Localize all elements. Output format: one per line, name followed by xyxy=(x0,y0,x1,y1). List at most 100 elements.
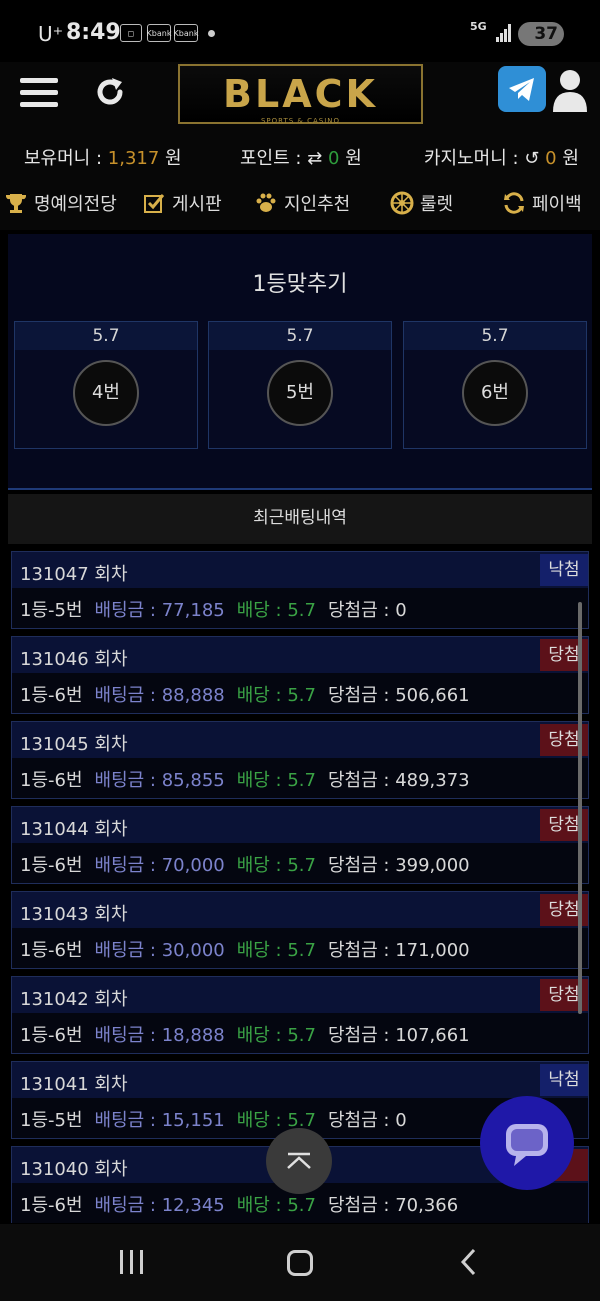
recent-apps-icon[interactable] xyxy=(118,1250,146,1274)
bet-pick: 1등-6번 xyxy=(20,770,83,791)
bet-amount: 배팅금 : 77,185 xyxy=(95,600,225,621)
round-number: 131047 회차 xyxy=(20,564,128,585)
bet-row[interactable]: 131045 회차 당첨 1등-6번 배팅금 : 85,855 배당 : 5.7 당첨금 … xyxy=(11,721,589,799)
undo-icon[interactable]: ↺ xyxy=(524,148,539,169)
bet-row-details: 1등-6번 배팅금 : 88,888 배당 : 5.7 당첨금 : 506,661 xyxy=(20,681,470,707)
option-button[interactable]: 4번 xyxy=(73,360,139,426)
bet-row[interactable]: 131043 회차 당첨 1등-6번 배팅금 : 30,000 배당 : 5.7 당첨금 … xyxy=(11,891,589,969)
clock: 8:49 xyxy=(66,20,121,45)
casino-balance[interactable]: 카지노머니 : ↺ 0 원 xyxy=(424,144,579,170)
option-button[interactable]: 6번 xyxy=(462,360,528,426)
casino-unit: 원 xyxy=(562,148,579,169)
signal-icon xyxy=(496,24,512,42)
bet-payout-value: 506,661 xyxy=(395,685,470,706)
money-value: 1,317 xyxy=(107,148,160,169)
paw-icon xyxy=(256,193,276,212)
brand-logo[interactable]: BLACK SPORTS & CASINO xyxy=(178,64,423,125)
menu-label: 게시판 xyxy=(172,194,222,215)
bet-row[interactable]: 131047 회차 낙첨 1등-5번 배팅금 : 77,185 배당 : 5.7 당첨금 … xyxy=(11,551,589,629)
kbank-notification-icon: Kbank xyxy=(147,24,171,42)
bet-odds-value: 5.7 xyxy=(287,600,316,621)
option-4[interactable]: 5.7 4번 xyxy=(14,321,198,449)
bet-row[interactable]: 131044 회차 당첨 1등-6번 배팅금 : 70,000 배당 : 5.7 당첨금 … xyxy=(11,806,589,884)
quick-menu: 명예의전당 게시판 지인추천 룰렛 페이백 xyxy=(0,180,600,230)
result-badge: 낙첨 xyxy=(540,554,588,586)
bet-odds-value: 5.7 xyxy=(287,770,316,791)
option-5[interactable]: 5.7 5번 xyxy=(208,321,392,449)
bet-odds-label: 배당 : xyxy=(236,1195,282,1216)
option-6[interactable]: 5.7 6번 xyxy=(403,321,587,449)
round-number: 131044 회차 xyxy=(20,819,128,840)
bet-payout-label: 당첨금 : xyxy=(328,940,390,961)
bet-amount-value: 77,185 xyxy=(161,600,225,621)
bet-row-details: 1등-6번 배팅금 : 30,000 배당 : 5.7 당첨금 : 171,000 xyxy=(20,936,470,962)
bet-odds-value: 5.7 xyxy=(287,855,316,876)
bet-amount-label: 배팅금 : xyxy=(94,770,156,791)
bet-odds: 배당 : 5.7 xyxy=(237,855,316,876)
result-badge: 낙첨 xyxy=(540,1064,588,1096)
telegram-icon[interactable] xyxy=(498,66,546,112)
bet-odds-value: 5.7 xyxy=(287,1195,316,1216)
menu-icon[interactable] xyxy=(20,78,58,108)
exchange-icon[interactable]: ⇄ xyxy=(307,148,322,169)
back-icon[interactable] xyxy=(458,1248,480,1276)
bet-row-header: 131042 회차 당첨 xyxy=(12,977,588,1013)
bet-row[interactable]: 131042 회차 당첨 1등-6번 배팅금 : 18,888 배당 : 5.7 당첨금 … xyxy=(11,976,589,1054)
bet-amount-label: 배팅금 : xyxy=(94,1025,156,1046)
bet-amount-value: 85,855 xyxy=(161,770,225,791)
bet-amount-label: 배팅금 : xyxy=(94,1195,156,1216)
user-icon[interactable] xyxy=(551,68,589,112)
bet-payout: 당첨금 : 489,373 xyxy=(328,770,470,791)
bet-payout-label: 당첨금 : xyxy=(328,685,390,706)
bet-row[interactable]: 131046 회차 당첨 1등-6번 배팅금 : 88,888 배당 : 5.7 당첨금 … xyxy=(11,636,589,714)
bet-pick: 1등-6번 xyxy=(20,685,83,706)
bet-odds: 배당 : 5.7 xyxy=(237,940,316,961)
bet-odds-label: 배당 : xyxy=(236,855,282,876)
bet-amount-value: 70,000 xyxy=(161,855,225,876)
menu-label: 페이백 xyxy=(532,194,582,215)
recent-bets-header: 최근배팅내역 xyxy=(8,494,592,544)
menu-roulette[interactable]: 룰렛 xyxy=(390,190,453,216)
option-odds: 5.7 xyxy=(15,322,197,350)
bet-odds: 배당 : 5.7 xyxy=(237,1025,316,1046)
menu-board[interactable]: 게시판 xyxy=(142,190,222,216)
home-icon[interactable] xyxy=(287,1250,313,1276)
bet-payout-label: 당첨금 : xyxy=(328,1025,390,1046)
round-number: 131043 회차 xyxy=(20,904,128,925)
chat-button[interactable] xyxy=(480,1096,574,1190)
scrollbar[interactable] xyxy=(578,602,582,1014)
option-button[interactable]: 5번 xyxy=(267,360,333,426)
bet-row-header: 131047 회차 낙첨 xyxy=(12,552,588,588)
battery-icon: 37 xyxy=(518,22,564,46)
bet-amount-label: 배팅금 : xyxy=(94,600,156,621)
refresh-icon[interactable] xyxy=(92,74,128,110)
bet-amount-value: 18,888 xyxy=(161,1025,225,1046)
money-unit: 원 xyxy=(165,148,182,169)
carrier-label: U⁺ xyxy=(38,22,64,46)
bet-row-details: 1등-6번 배팅금 : 18,888 배당 : 5.7 당첨금 : 107,661 xyxy=(20,1021,470,1047)
bet-payout-label: 당첨금 : xyxy=(328,1195,390,1216)
option-odds: 5.7 xyxy=(404,322,586,350)
menu-payback[interactable]: 페이백 xyxy=(502,190,582,216)
point-label: 포인트 : xyxy=(240,148,302,169)
point-balance[interactable]: 포인트 : ⇄ 0 원 xyxy=(240,144,362,170)
money-balance: 보유머니 : 1,317 원 xyxy=(24,144,182,170)
bet-payout-label: 당첨금 : xyxy=(328,600,390,621)
menu-label: 룰렛 xyxy=(420,194,454,215)
bet-row-header: 131043 회차 당첨 xyxy=(12,892,588,928)
bet-amount: 배팅금 : 30,000 xyxy=(95,940,225,961)
bet-amount-label: 배팅금 : xyxy=(94,940,156,961)
bet-payout-value: 489,373 xyxy=(395,770,470,791)
notification-dot-icon xyxy=(208,30,215,37)
menu-hall-of-fame[interactable]: 명예의전당 xyxy=(4,190,117,216)
bet-payout-value: 171,000 xyxy=(395,940,470,961)
bet-odds: 배당 : 5.7 xyxy=(237,600,316,621)
chevron-up-icon xyxy=(287,1152,311,1169)
checkbox-icon xyxy=(144,194,165,213)
scroll-to-top-button[interactable] xyxy=(266,1128,332,1194)
game-title: 1등맞추기 xyxy=(252,272,348,297)
bet-payout-value: 399,000 xyxy=(395,855,470,876)
menu-referral[interactable]: 지인추천 xyxy=(254,190,350,216)
bet-pick: 1등-5번 xyxy=(20,1110,83,1131)
bet-odds-label: 배당 : xyxy=(236,1025,282,1046)
